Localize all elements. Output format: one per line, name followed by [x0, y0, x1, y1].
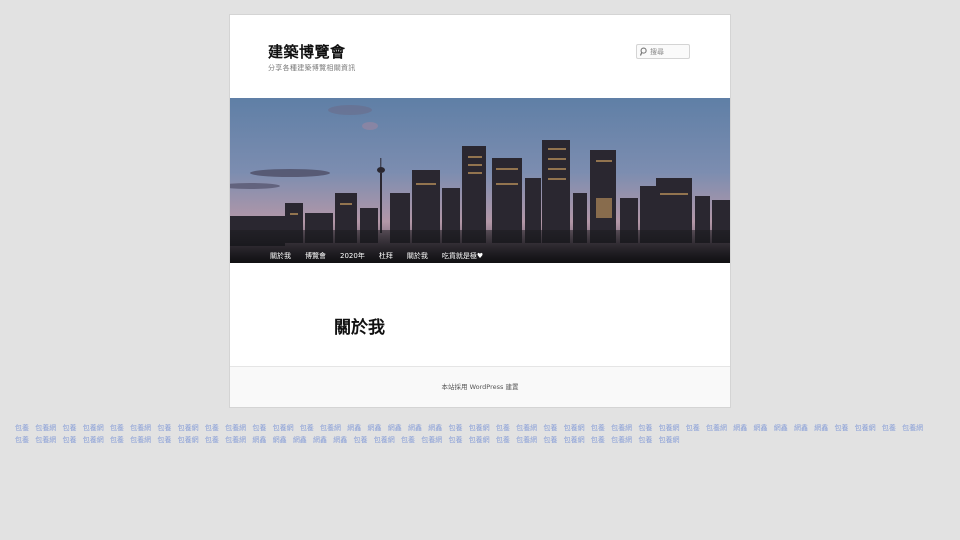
footer-link[interactable]: 包養網 [564, 436, 585, 444]
nav-item-about-2[interactable]: 關於我 [400, 249, 435, 263]
footer-link[interactable]: 網鑫 [814, 424, 828, 432]
wordpress-link[interactable]: WordPress [470, 383, 504, 391]
footer-link[interactable]: 包養 [448, 436, 462, 444]
nav-item-expo[interactable]: 博覽會 [298, 249, 333, 263]
footer-link[interactable]: 包養 [496, 424, 510, 432]
search-input[interactable] [650, 46, 688, 57]
footer-link[interactable]: 網鑫 [408, 424, 422, 432]
footer-link[interactable]: 包養網 [35, 424, 56, 432]
footer-link[interactable]: 包養網 [611, 436, 632, 444]
footer-link[interactable]: 包養 [157, 436, 171, 444]
site-title[interactable]: 建築博覽會 [268, 41, 346, 62]
footer-link[interactable]: 網鑫 [347, 424, 361, 432]
footer-link[interactable]: 包養網 [469, 424, 490, 432]
footer-link[interactable]: 包養 [834, 424, 848, 432]
footer-link[interactable]: 包養 [157, 424, 171, 432]
footer-link[interactable]: 包養 [62, 436, 76, 444]
footer-link[interactable]: 包養 [686, 424, 700, 432]
footer-link[interactable]: 網鑫 [313, 436, 327, 444]
footer-link[interactable]: 包養網 [178, 424, 199, 432]
footer-suffix: 建置 [503, 383, 519, 391]
main-navigation: 關於我 博覽會 2020年 杜拜 關於我 吃貨就是極♥ [230, 248, 730, 263]
nav-item-dubai[interactable]: 杜拜 [372, 249, 400, 263]
nav-item-2020[interactable]: 2020年 [333, 249, 372, 263]
footer-link[interactable]: 包養 [591, 424, 605, 432]
footer-link[interactable]: 包養 [205, 436, 219, 444]
page-title: 關於我 [334, 318, 385, 338]
footer-link[interactable]: 包養 [543, 436, 557, 444]
footer-link[interactable]: 包養網 [178, 436, 199, 444]
footer-link[interactable]: 包養 [110, 436, 124, 444]
footer-link[interactable]: 網鑫 [333, 436, 347, 444]
footer-link[interactable]: 包養 [15, 424, 29, 432]
footer-link[interactable]: 包養 [15, 436, 29, 444]
footer-link-list: 包養 包養網 包養 包養網 包養 包養網 包養 包養網 包養 包養網 包養 包養… [15, 422, 945, 446]
nav-item-foodie[interactable]: 吃貨就是極♥ [435, 249, 490, 263]
footer-link[interactable]: 包養 [401, 436, 415, 444]
footer-link[interactable]: 包養網 [130, 424, 151, 432]
footer-link[interactable]: 包養 [543, 424, 557, 432]
footer-link[interactable]: 包養網 [83, 424, 104, 432]
footer-link[interactable]: 網鑫 [428, 424, 442, 432]
footer-link[interactable]: 包養網 [225, 424, 246, 432]
footer-link[interactable]: 網鑫 [794, 424, 808, 432]
footer-link[interactable]: 網鑫 [388, 424, 402, 432]
footer-link[interactable]: 包養網 [611, 424, 632, 432]
footer-link[interactable]: 包養 [448, 424, 462, 432]
footer-link[interactable]: 包養 [638, 436, 652, 444]
footer-link[interactable]: 包養網 [855, 424, 876, 432]
footer-link[interactable]: 包養網 [706, 424, 727, 432]
footer-link[interactable]: 包養 [882, 424, 896, 432]
footer-link[interactable]: 包養網 [83, 436, 104, 444]
footer-link[interactable]: 包養網 [35, 436, 56, 444]
footer-link[interactable]: 包養網 [659, 424, 680, 432]
footer-link[interactable]: 網鑫 [273, 436, 287, 444]
footer-link[interactable]: 網鑫 [293, 436, 307, 444]
footer-link[interactable]: 包養網 [902, 424, 923, 432]
site-generator: 本站採用 WordPress 建置 [230, 381, 730, 391]
footer-link[interactable]: 包養網 [564, 424, 585, 432]
footer-link[interactable]: 包養網 [374, 436, 395, 444]
page-container: 建築博覽會 分享各種建築博覽相關資訊 搜尋 關於我 博覽會 2020年 杜拜 關… [230, 15, 730, 407]
site-footer: 本站採用 WordPress 建置 [230, 366, 730, 407]
footer-prefix: 本站採用 [441, 383, 470, 391]
footer-link[interactable]: 網鑫 [252, 436, 266, 444]
footer-link[interactable]: 包養 [354, 436, 368, 444]
footer-link[interactable]: 包養 [591, 436, 605, 444]
footer-link[interactable]: 包養網 [659, 436, 680, 444]
footer-link[interactable]: 網鑫 [368, 424, 382, 432]
footer-link[interactable]: 包養 [252, 424, 266, 432]
footer-link[interactable]: 包養網 [273, 424, 294, 432]
footer-link[interactable]: 包養網 [421, 436, 442, 444]
footer-link[interactable]: 包養 [638, 424, 652, 432]
site-description: 分享各種建築博覽相關資訊 [268, 64, 356, 72]
footer-link[interactable]: 包養 [205, 424, 219, 432]
search-form[interactable] [636, 44, 690, 59]
search-icon [640, 47, 647, 56]
footer-link[interactable]: 包養網 [225, 436, 246, 444]
footer-link[interactable]: 包養 [300, 424, 314, 432]
header-image[interactable] [230, 98, 730, 263]
footer-link[interactable]: 包養 [62, 424, 76, 432]
footer-link[interactable]: 包養網 [516, 436, 537, 444]
footer-link[interactable]: 網鑫 [774, 424, 788, 432]
footer-link[interactable]: 網鑫 [733, 424, 747, 432]
footer-link[interactable]: 包養網 [130, 436, 151, 444]
footer-link[interactable]: 網鑫 [754, 424, 768, 432]
footer-link[interactable]: 包養 [110, 424, 124, 432]
footer-link[interactable]: 包養網 [469, 436, 490, 444]
footer-link[interactable]: 包養網 [516, 424, 537, 432]
footer-link[interactable]: 包養網 [320, 424, 341, 432]
footer-link[interactable]: 包養 [496, 436, 510, 444]
nav-item-about[interactable]: 關於我 [263, 249, 298, 263]
